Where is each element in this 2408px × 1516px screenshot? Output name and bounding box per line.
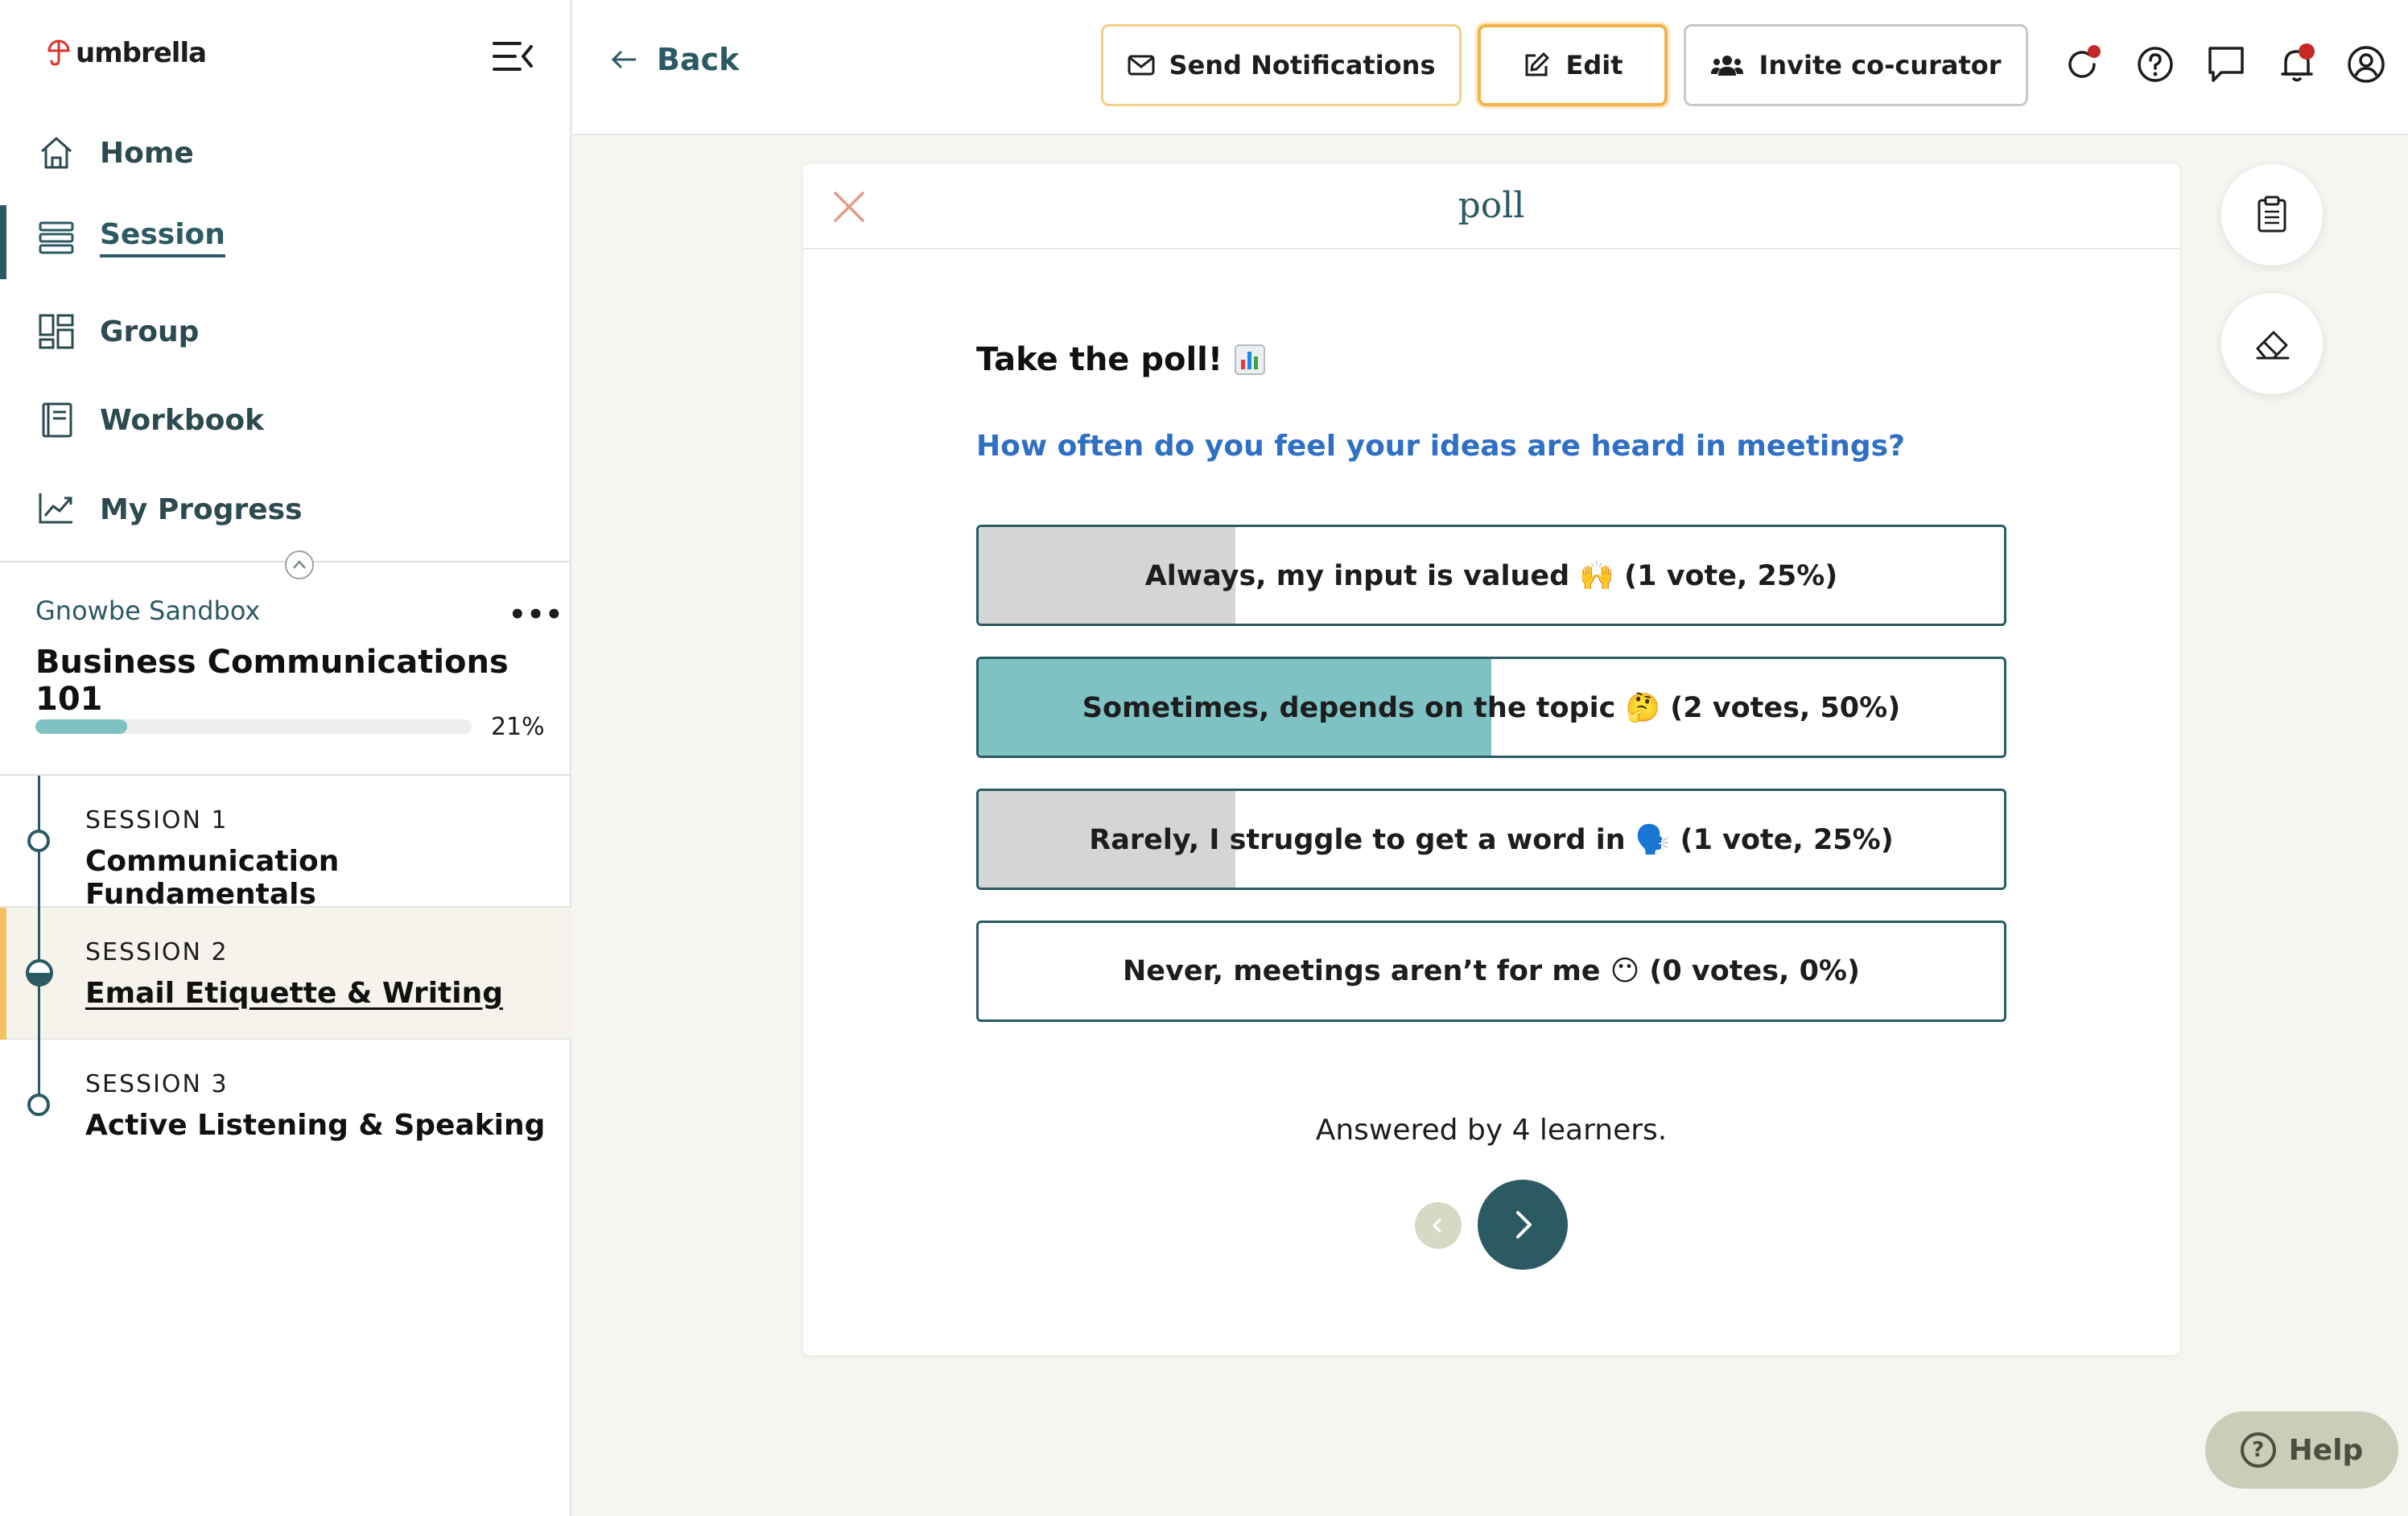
pencil-square-icon xyxy=(1525,52,1549,76)
send-notifications-label: Send Notifications xyxy=(1169,50,1436,80)
brand-logo[interactable]: umbrella xyxy=(47,37,207,69)
poll-option-3[interactable]: Rarely, I struggle to get a word in 🗣️ (… xyxy=(976,789,2006,890)
workbook-icon xyxy=(42,402,72,438)
nav-session[interactable]: Session xyxy=(0,205,571,279)
session-timeline xyxy=(38,776,40,1098)
chevron-right-icon xyxy=(1516,1211,1532,1238)
session-status-dot xyxy=(27,830,50,852)
top-header: Back Send Notifications Edit Invite co-c… xyxy=(573,0,2408,135)
clipboard-button[interactable] xyxy=(2221,164,2323,266)
session-name: Communication Fundamentals xyxy=(85,845,340,911)
poll-option-label: Sometimes, depends on the topic 🤔 (2 vot… xyxy=(1082,691,1901,724)
nav-my-progress[interactable]: My Progress xyxy=(0,477,571,542)
edit-button[interactable]: Edit xyxy=(1478,24,1668,106)
poll-question: How often do you feel your ideas are hea… xyxy=(976,430,1905,463)
invite-co-curator-button[interactable]: Invite co-curator xyxy=(1684,24,2028,106)
course-progress-fill xyxy=(35,719,127,734)
clipboard-icon xyxy=(2258,196,2286,233)
help-widget-label: Help xyxy=(2288,1433,2364,1467)
course-title: Business Communications 101 xyxy=(35,644,509,718)
question-circle-icon: ? xyxy=(2240,1432,2276,1468)
poll-card-header: poll xyxy=(803,164,2179,249)
umbrella-logo-icon xyxy=(47,39,70,66)
chat-icon[interactable] xyxy=(2205,43,2247,85)
session-list-icon xyxy=(39,221,74,254)
home-icon xyxy=(41,137,72,169)
collapse-up-button[interactable] xyxy=(285,550,314,579)
chevron-up-icon xyxy=(293,560,306,569)
help-icon[interactable] xyxy=(2134,43,2176,85)
nav-my-progress-label: My Progress xyxy=(100,492,303,526)
session-number: SESSION 2 xyxy=(85,938,229,966)
user-icon[interactable] xyxy=(2345,43,2387,85)
refresh-icon[interactable] xyxy=(2062,43,2104,85)
edit-label: Edit xyxy=(1565,50,1623,80)
eraser-icon xyxy=(2256,331,2290,360)
session-number: SESSION 3 xyxy=(85,1070,229,1098)
nav-session-label: Session xyxy=(100,218,225,257)
bar-chart-icon xyxy=(1235,344,1266,375)
back-label: Back xyxy=(657,42,740,77)
nav-group[interactable]: Group xyxy=(0,299,571,364)
chevron-left-icon xyxy=(1432,1217,1442,1234)
nav-group-label: Group xyxy=(100,315,200,348)
session-item-3[interactable]: SESSION 3 Active Listening & Speaking xyxy=(0,1040,571,1172)
brand-name: umbrella xyxy=(76,37,207,69)
poll-option-4[interactable]: Never, meetings aren’t for me 😶 (0 votes… xyxy=(976,921,2006,1022)
eraser-button[interactable] xyxy=(2221,293,2323,394)
users-icon xyxy=(1711,56,1744,76)
previous-button[interactable] xyxy=(1415,1202,1462,1249)
nav-workbook[interactable]: Workbook xyxy=(0,388,571,452)
send-notifications-button[interactable]: Send Notifications xyxy=(1101,24,1462,106)
session-name: Active Listening & Speaking xyxy=(85,1109,546,1142)
poll-option-2[interactable]: Sometimes, depends on the topic 🤔 (2 vot… xyxy=(976,657,2006,758)
invite-co-curator-label: Invite co-curator xyxy=(1759,50,2002,80)
more-options-button[interactable]: ••• xyxy=(509,599,563,631)
help-widget-button[interactable]: ? Help xyxy=(2205,1411,2398,1489)
arrow-left-icon xyxy=(611,50,636,69)
back-button[interactable]: Back xyxy=(608,42,739,77)
poll-option-1[interactable]: Always, my input is valued 🙌 (1 vote, 25… xyxy=(976,525,2006,626)
next-button[interactable] xyxy=(1478,1180,1568,1270)
session-number: SESSION 1 xyxy=(85,806,229,834)
course-progress-label: 21% xyxy=(491,713,545,741)
course-progress-bar xyxy=(35,719,472,734)
sidebar: umbrella Home Session Group Workbook My … xyxy=(0,0,571,1516)
collapse-sidebar-icon[interactable] xyxy=(493,39,534,74)
nav-home[interactable]: Home xyxy=(0,121,571,185)
poll-option-label: Never, meetings aren’t for me 😶 (0 votes… xyxy=(1123,955,1860,987)
poll-card: poll Take the poll! How often do you fee… xyxy=(803,164,2179,1355)
org-name: Gnowbe Sandbox xyxy=(35,595,261,626)
poll-option-label: Always, my input is valued 🙌 (1 vote, 25… xyxy=(1144,559,1838,592)
answered-count: Answered by 4 learners. xyxy=(1315,1114,1668,1147)
session-item-2[interactable]: SESSION 2 Email Etiquette & Writing xyxy=(0,908,571,1040)
session-item-1[interactable]: SESSION 1 Communication Fundamentals xyxy=(0,776,571,911)
session-name: Email Etiquette & Writing xyxy=(85,977,503,1010)
group-icon xyxy=(39,314,74,349)
envelope-icon xyxy=(1128,55,1155,76)
session-status-dot xyxy=(27,1094,50,1116)
poll-heading-text: Take the poll! xyxy=(976,341,1223,378)
session-status-dot-current xyxy=(26,959,53,987)
bell-icon[interactable] xyxy=(2276,43,2318,85)
poll-card-title: poll xyxy=(1458,185,1525,226)
nav-workbook-label: Workbook xyxy=(100,403,265,437)
nav-home-label: Home xyxy=(100,136,194,170)
poll-heading: Take the poll! xyxy=(976,341,1266,378)
chart-line-icon xyxy=(39,493,72,524)
poll-option-label: Rarely, I struggle to get a word in 🗣️ (… xyxy=(1089,823,1894,856)
